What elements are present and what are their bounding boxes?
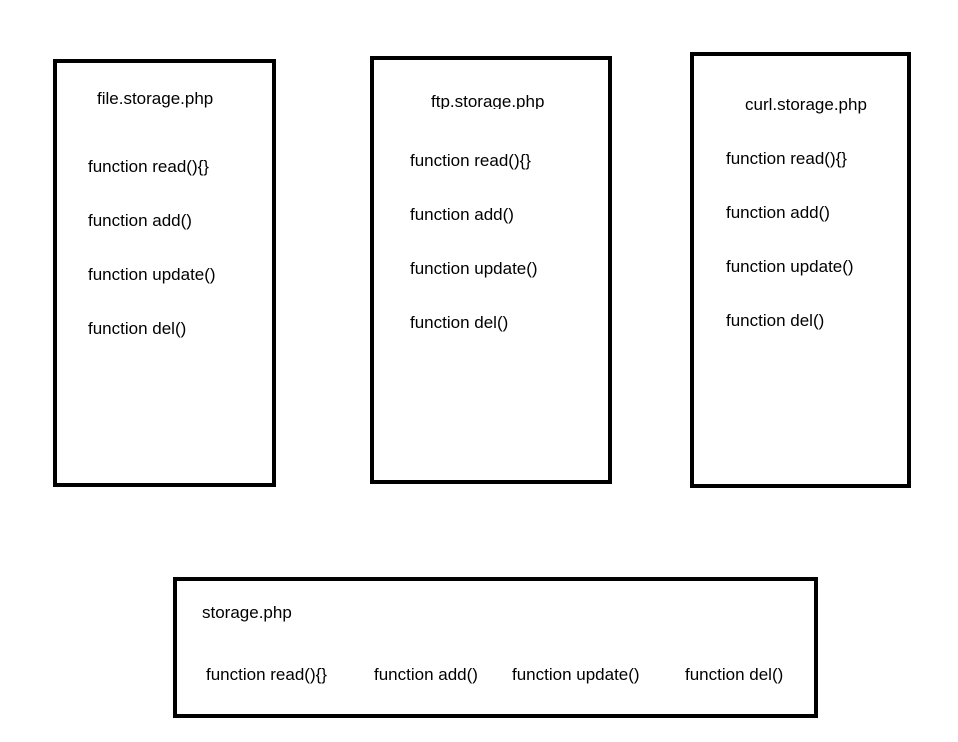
curl-storage-function-del: function del() <box>726 311 825 330</box>
file-storage-function-add: function add() <box>88 211 192 230</box>
curl-storage-box: curl.storage.php function read(){} funct… <box>690 52 911 488</box>
file-storage-title: file.storage.php <box>97 89 214 108</box>
ftp-storage-title: ftp.storage.php <box>431 92 545 109</box>
file-storage-function-update: function update() <box>88 265 216 284</box>
file-storage-function-read: function read(){} <box>88 157 209 176</box>
ftp-storage-function-add: function add() <box>410 205 514 224</box>
curl-storage-function-update: function update() <box>726 257 854 276</box>
curl-storage-title: curl.storage.php <box>745 95 867 114</box>
ftp-storage-function-update: function update() <box>410 259 538 278</box>
file-storage-box: file.storage.php function read(){} funct… <box>53 59 276 487</box>
curl-storage-function-read: function read(){} <box>726 149 847 168</box>
storage-function-del: function del() <box>685 665 784 684</box>
storage-function-add: function add() <box>374 665 478 684</box>
curl-storage-function-add: function add() <box>726 203 830 222</box>
storage-function-read: function read(){} <box>206 665 327 684</box>
ftp-storage-function-del: function del() <box>410 313 509 332</box>
storage-function-update: function update() <box>512 665 640 684</box>
ftp-storage-box: ftp.storage.php function read(){} functi… <box>370 56 612 484</box>
storage-box: storage.php function read(){} function a… <box>173 577 818 718</box>
file-storage-function-del: function del() <box>88 319 187 338</box>
ftp-storage-function-read: function read(){} <box>410 151 531 170</box>
storage-title: storage.php <box>202 603 292 622</box>
